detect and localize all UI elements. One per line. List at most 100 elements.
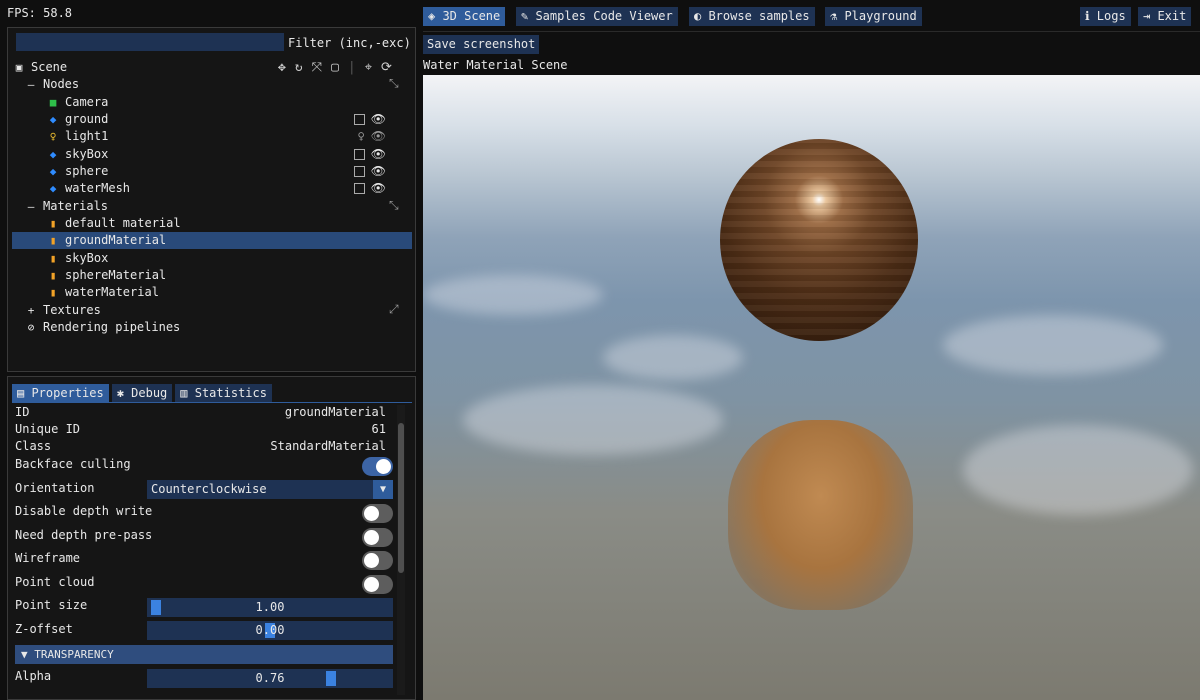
tree-textures-group[interactable]: + Textures — [24, 302, 424, 319]
eye-icon[interactable]: 👁 — [371, 128, 386, 145]
tree-label: waterMesh — [65, 181, 131, 195]
tree-node-camera[interactable]: ■ Camera — [46, 94, 446, 111]
backface-culling-toggle[interactable] — [362, 457, 393, 476]
compress-icon[interactable]: ⤡ — [389, 198, 399, 213]
point-size-slider[interactable]: 1.00 — [147, 598, 393, 617]
dropdown-arrow-icon[interactable]: ▼ — [373, 480, 393, 499]
slider-value: 1.00 — [255, 600, 285, 614]
prop-label: Backface culling — [15, 457, 131, 471]
tree-nodes-group[interactable]: — Nodes — [24, 76, 424, 93]
samples-code-viewer-button[interactable]: ✎ Samples Code Viewer — [516, 7, 678, 26]
mesh-cube-icon: ◆ — [49, 148, 57, 161]
tree-material-watermaterial[interactable]: ▮ waterMaterial — [46, 284, 446, 301]
mesh-cube-icon: ◆ — [49, 165, 57, 178]
divider — [423, 31, 1200, 32]
camera-icon: ■ — [49, 96, 57, 109]
tree-material-skybox[interactable]: ▮ skyBox — [46, 250, 446, 267]
disabled-circle-icon: ⊘ — [27, 321, 35, 334]
select-value: Counterclockwise — [151, 482, 267, 496]
transparency-section-header[interactable]: ▼ TRANSPARENCY — [15, 645, 393, 664]
paint-brush-icon: ▮ — [49, 269, 57, 282]
prop-label: Orientation — [15, 481, 95, 495]
browse-samples-button[interactable]: ◐ Browse samples — [689, 7, 815, 26]
prop-point-cloud: Point cloud — [15, 572, 393, 594]
prop-disable-depth-write: Disable depth write — [15, 501, 393, 523]
tree-node-light1[interactable]: ♀ light1 ♀ 👁 — [46, 128, 396, 145]
tree-rendering-pipelines[interactable]: ⊘ Rendering pipelines — [24, 319, 424, 336]
tree-node-ground[interactable]: ◆ ground 👁 — [46, 111, 396, 128]
fps-counter: FPS: 58.8 — [7, 6, 73, 20]
collapse-icon[interactable]: — — [24, 76, 38, 93]
slider-value: 0.00 — [255, 623, 285, 637]
tab-label: Debug — [131, 386, 168, 400]
compress-icon[interactable]: ⤡ — [389, 76, 399, 91]
tree-node-sphere[interactable]: ◆ sphere 👁 — [46, 163, 396, 180]
3d-viewport[interactable] — [423, 75, 1200, 700]
tree-material-spherematerial[interactable]: ▮ sphereMaterial — [46, 267, 446, 284]
save-screenshot-button[interactable]: Save screenshot — [423, 35, 540, 54]
exit-button[interactable]: ⇥ Exit — [1138, 7, 1192, 26]
bounding-box-icon[interactable]: ▢ — [331, 60, 339, 75]
rotate-icon[interactable]: ↻ — [295, 60, 303, 75]
checkbox[interactable] — [353, 166, 365, 177]
orientation-select[interactable]: Counterclockwise ▼ — [147, 480, 393, 499]
refresh-icon[interactable]: ⟳ — [381, 60, 392, 75]
prop-class: Class StandardMaterial — [15, 436, 393, 456]
separator: | — [347, 60, 356, 75]
collapse-icon[interactable]: — — [24, 198, 38, 215]
tree-node-watermesh[interactable]: ◆ waterMesh 👁 — [46, 180, 396, 197]
tab-3d-scene[interactable]: ◈ 3D Scene — [423, 7, 506, 26]
scale-icon[interactable]: ⤧ — [312, 60, 322, 75]
expand-icon[interactable]: ⤢ — [389, 302, 399, 317]
button-label: Logs — [1096, 9, 1126, 23]
depth-prepass-toggle[interactable] — [362, 528, 393, 547]
tree-label: groundMaterial — [65, 233, 167, 247]
tab-statistics[interactable]: ▥ Statistics — [175, 384, 272, 402]
wireframe-toggle[interactable] — [362, 551, 393, 570]
filter-input[interactable] — [16, 33, 284, 51]
tree-label: Textures — [43, 303, 101, 317]
tree-label: sphereMaterial — [65, 268, 167, 282]
playground-button[interactable]: ⚗ Playground — [825, 7, 922, 26]
alpha-slider[interactable]: 0.76 — [147, 669, 393, 688]
prop-need-depth-prepass: Need depth pre-pass — [15, 525, 393, 547]
disable-depth-write-toggle[interactable] — [362, 504, 393, 523]
crosshair-icon[interactable]: ⌖ — [365, 60, 372, 75]
tree-material-groundmaterial[interactable]: ▮ groundMaterial — [12, 232, 412, 249]
scrollbar-thumb[interactable] — [398, 423, 404, 573]
point-cloud-toggle[interactable] — [362, 575, 393, 594]
tree-material-default[interactable]: ▮ default material — [46, 215, 446, 232]
info-icon: ℹ — [1085, 9, 1097, 23]
tree-materials-group[interactable]: — Materials — [24, 198, 424, 215]
flask-icon: ⚗ — [830, 9, 845, 23]
checkbox[interactable] — [353, 183, 365, 194]
eye-icon[interactable]: 👁 — [371, 180, 386, 197]
water-reflection-cloud — [603, 335, 743, 380]
expand-plus-icon[interactable]: + — [24, 302, 38, 319]
prop-value: StandardMaterial — [270, 439, 386, 453]
water-reflection-cloud — [463, 385, 723, 455]
tab-properties[interactable]: ▤ Properties — [12, 384, 109, 402]
prop-label: Point size — [15, 598, 88, 612]
prop-orientation: Orientation Counterclockwise ▼ — [15, 478, 393, 499]
checkbox[interactable] — [353, 114, 365, 125]
eye-icon[interactable]: 👁 — [371, 163, 386, 180]
eye-icon[interactable]: 👁 — [371, 111, 386, 128]
prop-z-offset: Z-offset 0.00 — [15, 619, 393, 640]
wooden-sphere — [720, 139, 918, 341]
z-offset-slider[interactable]: 0.00 — [147, 621, 393, 640]
prop-label: Wireframe — [15, 551, 81, 565]
logs-button[interactable]: ℹ Logs — [1080, 7, 1131, 26]
cube-icon: ◈ — [428, 9, 443, 23]
tab-debug[interactable]: ✱ Debug — [111, 384, 173, 402]
move-icon[interactable]: ✥ — [278, 60, 286, 75]
lightbulb-toggle-icon[interactable]: ♀ — [358, 128, 365, 145]
slider-grab[interactable] — [326, 671, 336, 686]
prop-label: Disable depth write — [15, 504, 153, 518]
button-label: Browse samples — [708, 9, 810, 23]
eye-icon[interactable]: 👁 — [371, 146, 386, 163]
tree-node-skybox[interactable]: ◆ skyBox 👁 — [46, 146, 396, 163]
water-reflection-cloud — [943, 315, 1163, 375]
checkbox[interactable] — [353, 149, 365, 160]
slider-grab[interactable] — [151, 600, 161, 615]
